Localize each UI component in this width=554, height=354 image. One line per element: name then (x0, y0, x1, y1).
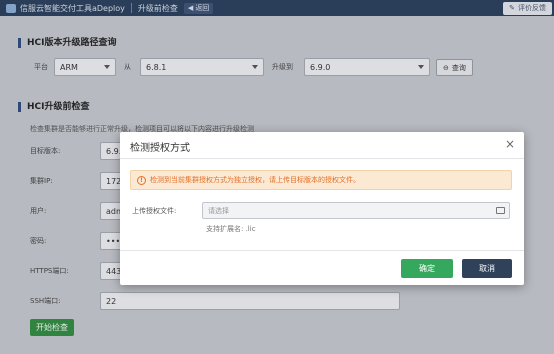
warning-alert: ! 检测到当前集群授权方式为独立授权，请上传目标版本的授权文件。 (130, 170, 512, 190)
license-dialog: 检测授权方式 × ! 检测到当前集群授权方式为独立授权，请上传目标版本的授权文件… (120, 132, 524, 285)
file-label: 上传授权文件: (132, 207, 177, 215)
dialog-header: 检测授权方式 × (120, 132, 524, 159)
file-placeholder: 请选择 (208, 206, 229, 215)
cancel-button[interactable]: 取消 (462, 259, 512, 278)
confirm-button[interactable]: 确定 (401, 259, 453, 278)
folder-icon[interactable] (496, 207, 505, 214)
warning-icon: ! (137, 175, 146, 185)
alert-text: 检测到当前集群授权方式为独立授权，请上传目标版本的授权文件。 (150, 176, 360, 184)
license-file-input[interactable]: 请选择 (202, 202, 510, 219)
dialog-footer: 确定 取消 (120, 250, 524, 285)
close-icon[interactable]: × (505, 137, 515, 151)
extension-hint: 支持扩展名: .lic (206, 225, 256, 233)
dialog-title: 检测授权方式 (130, 143, 190, 154)
